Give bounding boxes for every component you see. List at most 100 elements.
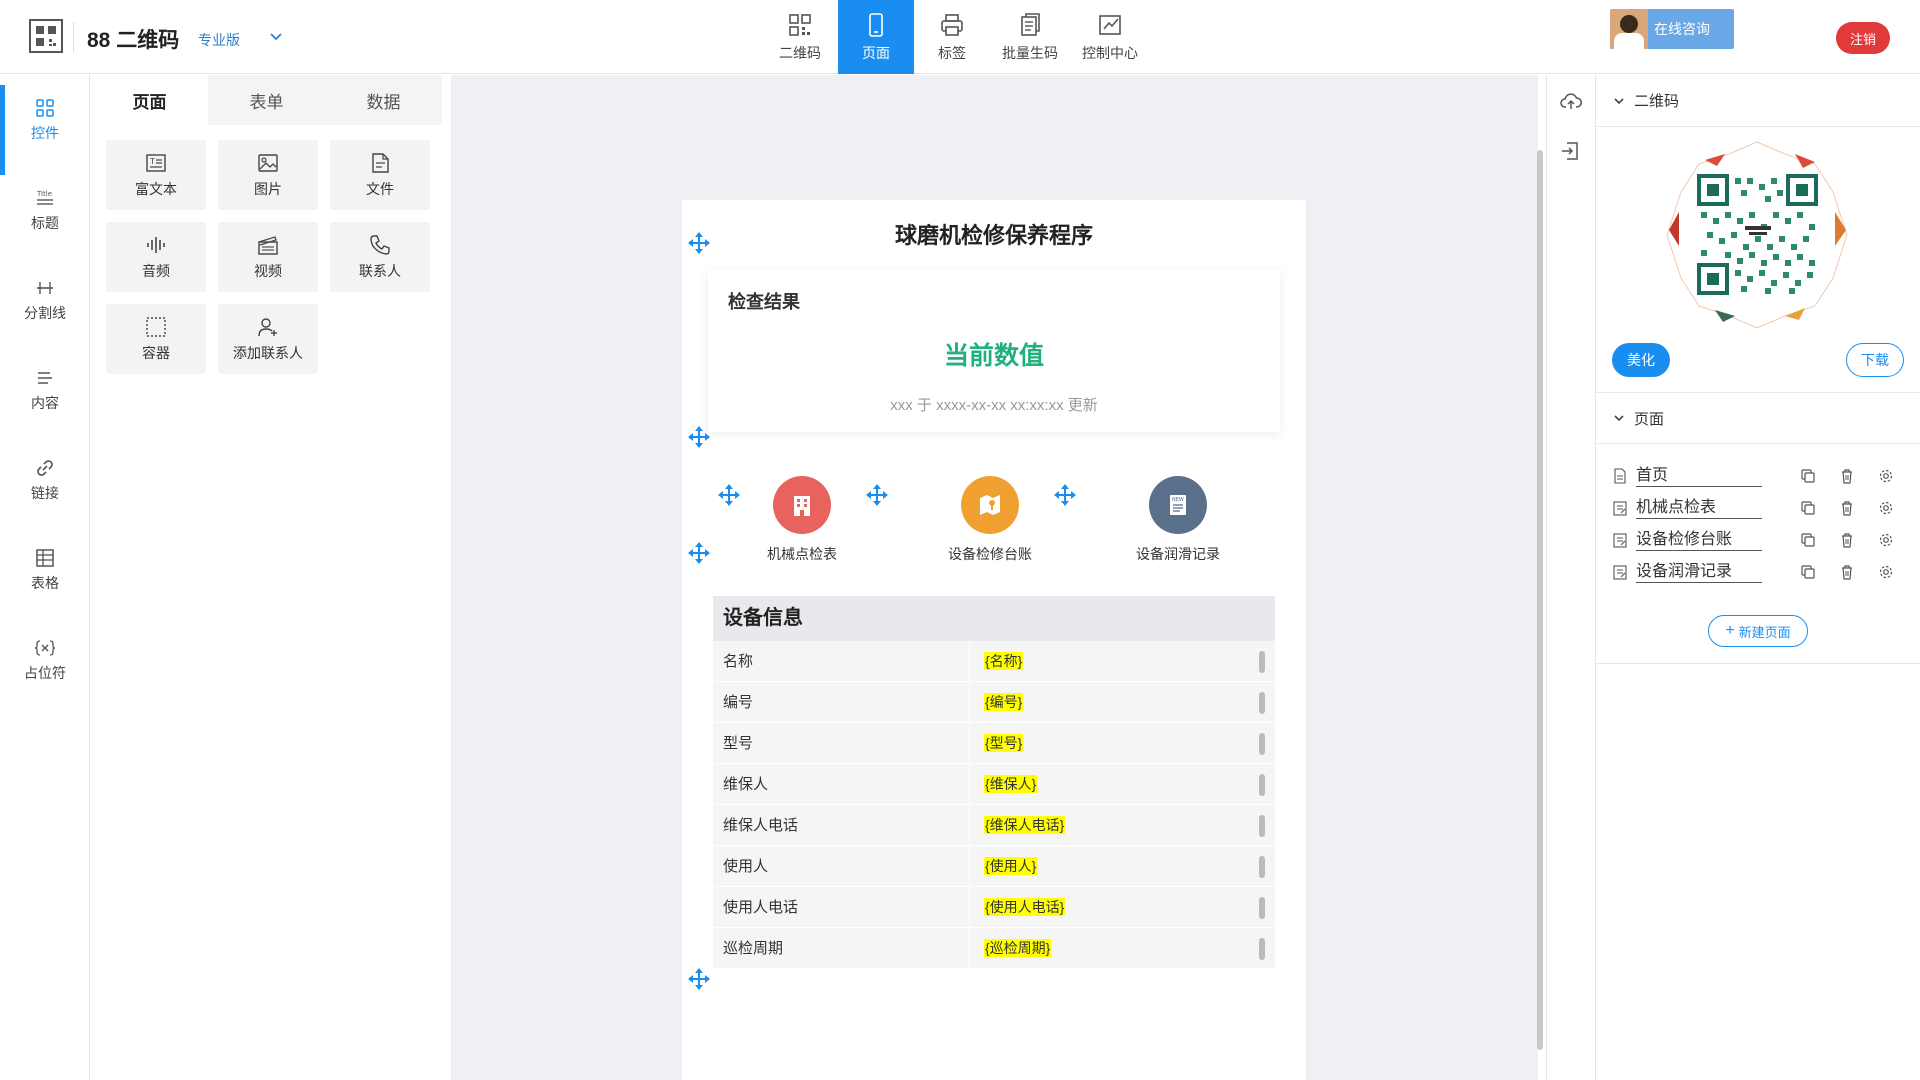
list-item[interactable]: 机械点检表 bbox=[1612, 492, 1912, 524]
tab-form[interactable]: 表单 bbox=[208, 75, 325, 125]
edition-label[interactable]: 专业版 bbox=[198, 30, 240, 50]
left-rail: 控件 Title 标题 分割线 内容 链接 表格 占位符 bbox=[0, 75, 90, 1080]
row-value[interactable]: {维保人电话} bbox=[970, 805, 1275, 845]
page-title[interactable]: 球磨机检修保养程序 bbox=[682, 218, 1306, 250]
component-contact[interactable]: 联系人 bbox=[330, 222, 430, 292]
tab-page[interactable]: 页面 bbox=[91, 75, 208, 125]
download-button[interactable]: 下载 bbox=[1846, 343, 1904, 377]
plus-icon: + bbox=[1725, 622, 1735, 639]
import-icon[interactable] bbox=[1559, 139, 1583, 163]
gear-icon[interactable] bbox=[1878, 468, 1894, 484]
component-video[interactable]: 视频 bbox=[218, 222, 318, 292]
move-handle-icon[interactable] bbox=[864, 482, 890, 508]
copy-icon[interactable] bbox=[1800, 532, 1816, 548]
logo-divider bbox=[73, 22, 74, 52]
rail-item-title[interactable]: Title 标题 bbox=[0, 175, 90, 245]
nav-batch[interactable]: 批量生码 bbox=[990, 0, 1070, 74]
list-item[interactable]: 首页 bbox=[1612, 460, 1912, 492]
nav-qrcode[interactable]: 二维码 bbox=[762, 0, 838, 74]
quick-circle bbox=[961, 476, 1019, 534]
row-value[interactable]: {使用人电话} bbox=[970, 887, 1275, 927]
rail-item-table[interactable]: 表格 bbox=[0, 535, 90, 605]
nav-page[interactable]: 页面 bbox=[838, 0, 914, 74]
row-drag-handle[interactable] bbox=[1259, 815, 1265, 837]
component-richtext[interactable]: T 富文本 bbox=[106, 140, 206, 210]
component-label: 图片 bbox=[254, 181, 282, 197]
canvas-scrollbar[interactable] bbox=[1537, 150, 1543, 1050]
online-consult-button[interactable]: 在线咨询 bbox=[1610, 9, 1734, 49]
tab-data[interactable]: 数据 bbox=[325, 75, 442, 125]
beautify-button[interactable]: 美化 bbox=[1612, 343, 1670, 377]
divider-icon bbox=[37, 282, 53, 294]
chevron-down-icon bbox=[1614, 97, 1624, 104]
trash-icon[interactable] bbox=[1839, 468, 1855, 484]
list-item[interactable]: 设备检修台账 bbox=[1612, 524, 1912, 556]
qrcode-preview-image[interactable] bbox=[1665, 140, 1850, 330]
component-add-contact[interactable]: 添加联系人 bbox=[218, 304, 318, 374]
page-form-icon bbox=[1613, 565, 1627, 580]
nav-label-print[interactable]: 标签 bbox=[914, 0, 990, 74]
page-name[interactable]: 首页 bbox=[1636, 466, 1762, 487]
move-handle-icon[interactable] bbox=[686, 424, 712, 450]
page-name[interactable]: 设备润滑记录 bbox=[1636, 562, 1762, 583]
section-title: 二维码 bbox=[1634, 93, 1680, 110]
rail-label: 内容 bbox=[31, 395, 59, 411]
logout-button[interactable]: 注销 bbox=[1836, 22, 1890, 54]
row-value[interactable]: {维保人} bbox=[970, 764, 1275, 804]
row-drag-handle[interactable] bbox=[1259, 938, 1265, 960]
move-handle-icon[interactable] bbox=[686, 540, 712, 566]
trash-icon[interactable] bbox=[1839, 564, 1855, 580]
row-drag-handle[interactable] bbox=[1259, 651, 1265, 673]
move-handle-icon[interactable] bbox=[686, 230, 712, 256]
copy-icon[interactable] bbox=[1800, 468, 1816, 484]
quick-link-lubrication-record[interactable]: NEW 设备润滑记录 bbox=[1088, 476, 1268, 564]
gear-icon[interactable] bbox=[1878, 564, 1894, 580]
component-file[interactable]: 文件 bbox=[330, 140, 430, 210]
device-info-table[interactable]: 设备信息 名称 {名称} 编号 {编号} 型号 {型号} 维保人 {维保人} 维保人电话… bbox=[713, 596, 1275, 969]
rail-item-divider[interactable]: 分割线 bbox=[0, 265, 90, 335]
rail-item-placeholder[interactable]: 占位符 bbox=[0, 625, 90, 695]
component-image[interactable]: 图片 bbox=[218, 140, 318, 210]
rail-item-controls[interactable]: 控件 bbox=[0, 85, 90, 175]
placeholder-value: {巡检周期} bbox=[984, 939, 1052, 957]
list-item[interactable]: 设备润滑记录 bbox=[1612, 556, 1912, 588]
chevron-down-icon[interactable] bbox=[267, 28, 285, 46]
page-name[interactable]: 机械点检表 bbox=[1636, 498, 1762, 519]
image-icon bbox=[258, 154, 278, 172]
component-audio[interactable]: 音频 bbox=[106, 222, 206, 292]
row-drag-handle[interactable] bbox=[1259, 774, 1265, 796]
row-key: 编号 bbox=[713, 682, 970, 722]
row-drag-handle[interactable] bbox=[1259, 692, 1265, 714]
row-value[interactable]: {编号} bbox=[970, 682, 1275, 722]
chevron-down-icon bbox=[1614, 415, 1624, 422]
component-label: 添加联系人 bbox=[233, 345, 303, 361]
row-value[interactable]: {型号} bbox=[970, 723, 1275, 763]
rail-item-link[interactable]: 链接 bbox=[0, 445, 90, 515]
app-logo-icon[interactable] bbox=[28, 18, 64, 54]
row-drag-handle[interactable] bbox=[1259, 856, 1265, 878]
pages-section-header[interactable]: 页面 bbox=[1596, 392, 1920, 444]
copy-icon[interactable] bbox=[1800, 500, 1816, 516]
quick-label: 设备润滑记录 bbox=[1136, 546, 1220, 562]
row-value[interactable]: {名称} bbox=[970, 641, 1275, 681]
component-container[interactable]: 容器 bbox=[106, 304, 206, 374]
row-drag-handle[interactable] bbox=[1259, 733, 1265, 755]
new-page-button[interactable]: + 新建页面 bbox=[1708, 615, 1808, 647]
row-value[interactable]: {巡检周期} bbox=[970, 928, 1275, 968]
table-row: 使用人 {使用人} bbox=[713, 846, 1275, 887]
trash-icon[interactable] bbox=[1839, 532, 1855, 548]
move-handle-icon[interactable] bbox=[686, 966, 712, 992]
result-card[interactable]: 检查结果 当前数值 xxx 于 xxxx-xx-xx xx:xx:xx 更新 bbox=[708, 270, 1280, 432]
qrcode-section-header[interactable]: 二维码 bbox=[1596, 75, 1920, 127]
nav-control-center[interactable]: 控制中心 bbox=[1070, 0, 1150, 74]
row-drag-handle[interactable] bbox=[1259, 897, 1265, 919]
gear-icon[interactable] bbox=[1878, 500, 1894, 516]
cloud-upload-icon[interactable] bbox=[1559, 89, 1583, 113]
trash-icon[interactable] bbox=[1839, 500, 1855, 516]
page-name[interactable]: 设备检修台账 bbox=[1636, 530, 1762, 551]
copy-icon[interactable] bbox=[1800, 564, 1816, 580]
row-value[interactable]: {使用人} bbox=[970, 846, 1275, 886]
move-handle-icon[interactable] bbox=[1052, 482, 1078, 508]
rail-item-content[interactable]: 内容 bbox=[0, 355, 90, 425]
gear-icon[interactable] bbox=[1878, 532, 1894, 548]
